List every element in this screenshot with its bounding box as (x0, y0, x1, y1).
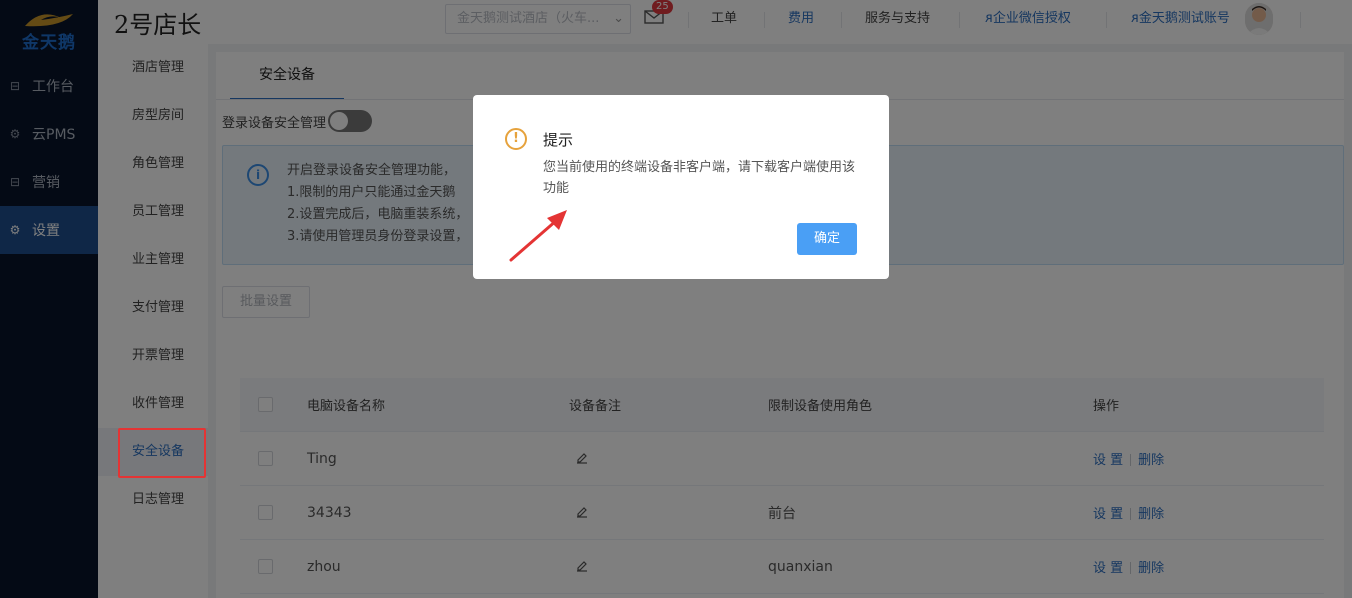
confirm-button[interactable]: 确定 (797, 223, 857, 255)
dialog-message: 您当前使用的终端设备非客户端，请下载客户端使用该功能 (543, 160, 856, 196)
modal-overlay[interactable] (0, 0, 1352, 598)
annotation-arrow-icon (509, 210, 567, 262)
dialog-title: 提示 (543, 131, 574, 149)
warning-icon: ! (505, 128, 527, 150)
